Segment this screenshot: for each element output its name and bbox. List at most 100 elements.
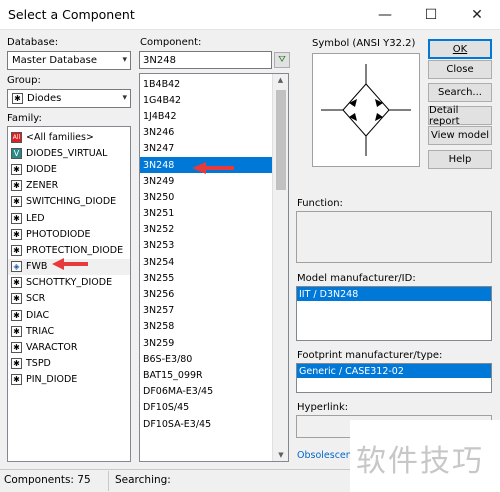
component-item[interactable]: 3N250 [140, 189, 273, 205]
component-item[interactable]: 3N258 [140, 319, 273, 335]
schottky-icon: ✱ [11, 277, 22, 289]
filter-button[interactable]: ⛛ [274, 52, 290, 68]
component-search-value: 3N248 [143, 54, 176, 66]
database-select[interactable]: Master Database ▾ [7, 51, 131, 70]
annotation-arrow [52, 258, 88, 270]
family-item-label: VARACTOR [26, 342, 78, 354]
component-item[interactable]: 3N249 [140, 173, 273, 189]
help-button[interactable]: Help [428, 150, 492, 169]
search-button[interactable]: Search... [428, 83, 492, 102]
watermark-text: 软件技巧 [356, 444, 484, 479]
component-item[interactable]: 3N259 [140, 335, 273, 351]
component-count: Components: 75 [4, 474, 91, 486]
family-item[interactable]: All <All families> [8, 129, 130, 145]
family-item-label: ZENER [26, 180, 59, 192]
component-item[interactable]: 3N256 [140, 286, 273, 302]
family-item-label: DIODE [26, 163, 57, 175]
family-item[interactable]: ✱ PHOTODIODE [8, 226, 130, 242]
family-item[interactable]: ✱ SCR [8, 291, 130, 307]
component-item[interactable]: B6S-E3/80 [140, 351, 273, 367]
family-item[interactable]: ✱ ZENER [8, 178, 130, 194]
search-label: Search... [438, 87, 482, 98]
component-item[interactable]: DF10SA-E3/45 [140, 416, 273, 432]
minimize-button[interactable]: — [362, 0, 408, 30]
model-list[interactable]: IIT / D3N248 [296, 286, 492, 341]
component-item[interactable]: DF10S/45 [140, 400, 273, 416]
filter-icon: ⛛ [278, 55, 286, 65]
scroll-down-icon[interactable]: ▼ [273, 451, 288, 459]
obsolescence-link[interactable]: Obsolescenc [297, 450, 357, 461]
function-field [296, 211, 492, 263]
family-item-label: FWB [26, 261, 48, 273]
component-item[interactable]: 1B4B42 [140, 76, 273, 92]
protection-diode-icon: ✱ [11, 244, 22, 256]
family-item[interactable]: ✱ SWITCHING_DIODE [8, 194, 130, 210]
model-label: Model manufacturer/ID: [297, 273, 416, 284]
family-item[interactable]: ✱ DIAC [8, 307, 130, 323]
component-item[interactable]: 3N254 [140, 254, 273, 270]
group-value: Diodes [27, 93, 62, 104]
footprint-item[interactable]: Generic / CASE312-02 [297, 364, 491, 378]
family-item[interactable]: V DIODES_VIRTUAL [8, 145, 130, 161]
symbol-label: Symbol (ANSI Y32.2) [312, 38, 416, 49]
family-item-label: PHOTODIODE [26, 228, 91, 240]
scr-icon: ✱ [11, 293, 22, 305]
family-item-label: TSPD [26, 358, 51, 370]
close-button[interactable]: Close [428, 60, 492, 79]
view-model-button[interactable]: View model [428, 126, 492, 145]
detail-report-button[interactable]: Detail report [428, 105, 492, 127]
minimize-icon: — [378, 7, 392, 23]
component-item[interactable]: 1J4B42 [140, 108, 273, 124]
component-item[interactable]: 1G4B42 [140, 92, 273, 108]
help-label: Help [448, 154, 472, 165]
family-item[interactable]: ✱ LED [8, 210, 130, 226]
component-item[interactable]: 3N253 [140, 238, 273, 254]
family-list[interactable]: All <All families> V DIODES_VIRTUAL ✱ DIODE ✱ Z… [7, 126, 131, 462]
family-item[interactable]: ✱ TRIAC [8, 323, 130, 339]
component-item[interactable]: 3N255 [140, 270, 273, 286]
close-label: Close [446, 64, 474, 75]
view-model-label: View model [430, 130, 490, 141]
component-list[interactable]: 1B4B42 1G4B42 1J4B42 3N246 3N247 3N248 3N249 3N… [139, 73, 289, 462]
symbol-preview [312, 53, 420, 167]
window-title: Select a Component [8, 7, 135, 22]
ok-button[interactable]: OK [428, 39, 492, 59]
family-item-label: PIN_DIODE [26, 374, 78, 386]
family-item[interactable]: ✱ DIODE [8, 161, 130, 177]
maximize-button[interactable]: ☐ [408, 0, 454, 30]
family-item-label: LED [26, 212, 45, 224]
group-select[interactable]: ✱ Diodes ▾ [7, 89, 131, 108]
close-window-button[interactable]: ✕ [454, 0, 500, 30]
family-item-label: SCR [26, 293, 46, 305]
status-divider [108, 471, 109, 491]
scroll-thumb[interactable] [276, 90, 286, 190]
family-item[interactable]: ✱ TSPD [8, 356, 130, 372]
chevron-down-icon: ▾ [122, 93, 127, 103]
varactor-icon: ✱ [11, 342, 22, 354]
component-scrollbar[interactable]: ▲ ▼ [272, 74, 288, 461]
database-value: Master Database [12, 55, 98, 66]
footprint-list[interactable]: Generic / CASE312-02 [296, 363, 492, 393]
virtual-diode-icon: V [11, 147, 22, 159]
family-item[interactable]: ✱ SCHOTTKY_DIODE [8, 275, 130, 291]
component-item[interactable]: 3N257 [140, 303, 273, 319]
component-item[interactable]: 3N252 [140, 222, 273, 238]
annotation-arrow [192, 162, 234, 174]
component-search-input[interactable]: 3N248 [139, 51, 272, 69]
family-item-label: SWITCHING_DIODE [26, 196, 117, 208]
component-item[interactable]: 3N251 [140, 206, 273, 222]
family-item[interactable]: ✱ VARACTOR [8, 339, 130, 355]
family-label: Family: [7, 113, 42, 124]
component-item[interactable]: BAT15_099R [140, 367, 273, 383]
model-item[interactable]: IIT / D3N248 [297, 287, 491, 301]
family-item-label: DIAC [26, 309, 50, 321]
family-item[interactable]: ✱ PIN_DIODE [8, 372, 130, 388]
maximize-icon: ☐ [424, 7, 438, 23]
component-item[interactable]: DF06MA-E3/45 [140, 384, 273, 400]
component-item[interactable]: 3N246 [140, 125, 273, 141]
database-label: Database: [7, 37, 59, 48]
diode-icon: ✱ [11, 163, 22, 175]
component-item[interactable]: 3N247 [140, 141, 273, 157]
searching-status: Searching: [115, 474, 171, 486]
scroll-up-icon[interactable]: ▲ [273, 76, 288, 84]
